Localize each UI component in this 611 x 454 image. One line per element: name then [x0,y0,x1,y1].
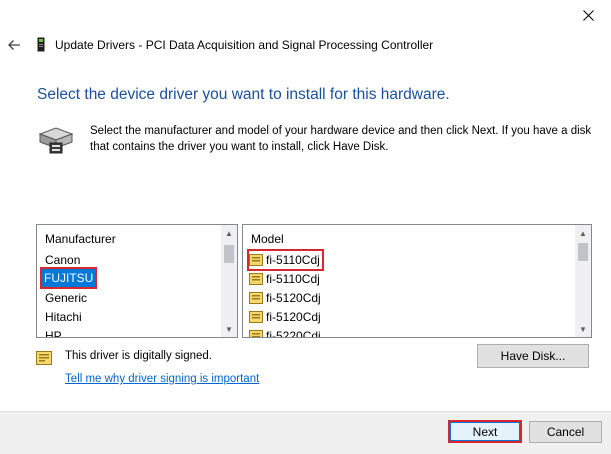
model-list[interactable]: Model fi-5110Cdj fi-5110Cdj fi-5120Cdj f… [242,224,592,338]
signed-driver-icon [249,311,263,323]
signed-driver-icon [249,292,263,304]
list-item[interactable]: fi-5120Cdj [249,289,321,307]
driver-signing-link[interactable]: Tell me why driver signing is important [65,373,259,385]
list-item[interactable]: Hitachi [45,308,82,326]
model-name: fi-5220Cdj [266,329,321,338]
list-item[interactable]: fi-5220Cdj [249,327,321,338]
manufacturer-scrollbar[interactable]: ▲ ▼ [221,225,237,337]
back-button[interactable] [2,34,26,56]
list-item[interactable]: HP [45,327,62,337]
back-arrow-icon [8,40,20,50]
list-item[interactable]: fi-5120Cdj [249,308,321,326]
close-button[interactable] [566,0,611,30]
next-button[interactable]: Next [448,420,522,443]
list-item-selected[interactable]: fi-5110Cdj [247,249,324,271]
list-item[interactable]: Generic [45,289,87,307]
model-header: Model [251,232,284,246]
scroll-up-icon[interactable]: ▲ [221,225,237,241]
model-name: fi-5110Cdj [266,272,320,286]
manufacturer-header: Manufacturer [45,232,116,246]
signed-driver-icon [249,330,263,337]
window-title: Update Drivers - PCI Data Acquisition an… [55,38,434,52]
cancel-button[interactable]: Cancel [529,421,602,443]
signature-status: This driver is digitally signed. [65,350,213,362]
signed-driver-icon [36,351,52,365]
scroll-up-icon[interactable]: ▲ [575,225,591,241]
scroll-thumb[interactable] [224,245,234,263]
list-item[interactable]: fi-5110Cdj [249,270,320,288]
scroll-thumb[interactable] [578,243,588,261]
signed-driver-icon [249,273,263,285]
model-scrollbar[interactable]: ▲ ▼ [575,225,591,337]
model-name: fi-5120Cdj [266,291,321,305]
scroll-down-icon[interactable]: ▼ [575,321,591,337]
close-icon [583,9,594,21]
manufacturer-list[interactable]: Manufacturer Canon FUJITSU Generic Hitac… [36,224,238,338]
hardware-install-icon [38,127,74,154]
scroll-down-icon[interactable]: ▼ [221,321,237,337]
instructions-text: Select the manufacturer and model of you… [90,125,592,153]
model-name: fi-5120Cdj [266,310,321,324]
device-icon [37,37,45,52]
list-item[interactable]: Canon [45,251,80,269]
have-disk-button[interactable]: Have Disk... [477,344,589,368]
page-heading: Select the device driver you want to ins… [37,86,450,103]
list-item-selected[interactable]: FUJITSU [39,267,98,289]
model-name: fi-5110Cdj [266,253,320,267]
signed-driver-icon [249,254,263,266]
